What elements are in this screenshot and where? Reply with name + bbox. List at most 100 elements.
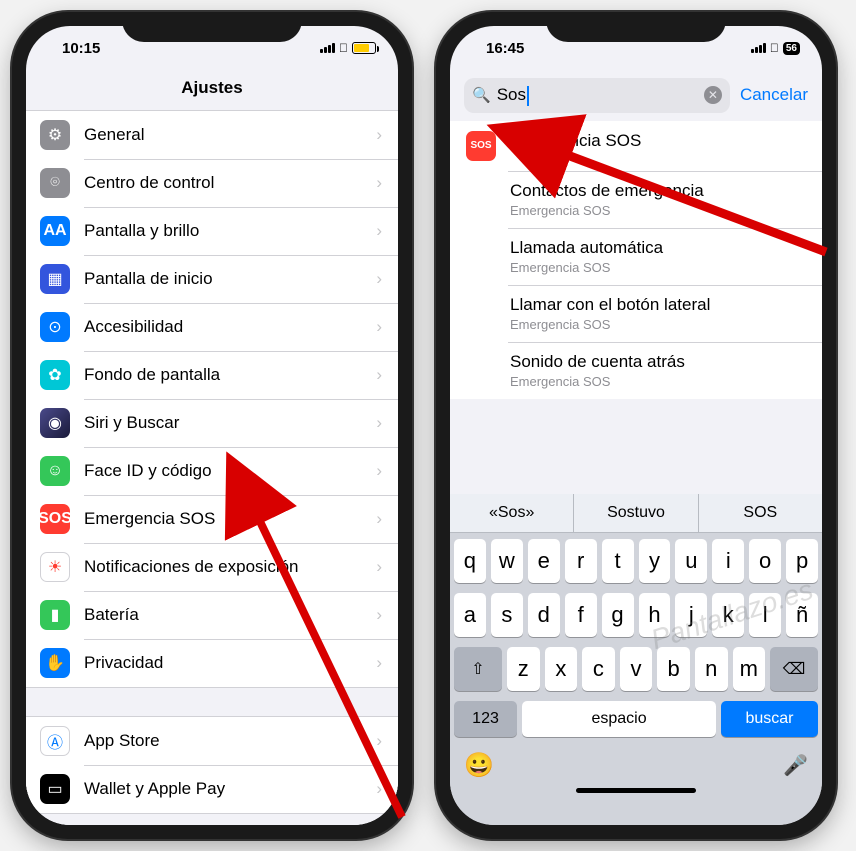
settings-list[interactable]: ⚙ General ›⌾ Centro de control ›AA Panta… (26, 110, 398, 825)
key-ñ[interactable]: ñ (786, 593, 818, 637)
settings-row-display[interactable]: AA Pantalla y brillo › (26, 207, 398, 255)
display-icon: AA (40, 216, 70, 246)
key-y[interactable]: y (639, 539, 671, 583)
row-label: Notificaciones de exposición (84, 557, 362, 577)
search-results: SOS Emergencia SOS Contactos de emergenc… (450, 121, 822, 399)
general-icon: ⚙ (40, 120, 70, 150)
key-n[interactable]: n (695, 647, 728, 691)
chevron-right-icon: › (376, 779, 382, 799)
result-title: Llamada automática (510, 238, 663, 258)
settings-row-exposure[interactable]: ☀ Notificaciones de exposición › (26, 543, 398, 591)
backspace-key[interactable]: ⌫ (770, 647, 818, 691)
key-k[interactable]: k (712, 593, 744, 637)
key-p[interactable]: p (786, 539, 818, 583)
chevron-right-icon: › (376, 731, 382, 751)
key-r[interactable]: r (565, 539, 597, 583)
settings-row-appstore[interactable]: Ⓐ App Store › (26, 717, 398, 765)
key-c[interactable]: c (582, 647, 615, 691)
home-screen-icon: ▦ (40, 264, 70, 294)
row-label: Pantalla de inicio (84, 269, 362, 289)
settings-row-general[interactable]: ⚙ General › (26, 111, 398, 159)
search-result[interactable]: Contactos de emergencia Emergencia SOS (450, 171, 822, 228)
key-v[interactable]: v (620, 647, 653, 691)
search-result[interactable]: SOS Emergencia SOS (450, 121, 822, 171)
status-bar: 10:15 􀙇 (26, 26, 398, 70)
key-i[interactable]: i (712, 539, 744, 583)
row-label: Centro de control (84, 173, 362, 193)
row-label: App Store (84, 731, 362, 751)
wallpaper-icon: ✿ (40, 360, 70, 390)
key-o[interactable]: o (749, 539, 781, 583)
cancel-button[interactable]: Cancelar (740, 85, 808, 105)
search-result[interactable]: Sonido de cuenta atrás Emergencia SOS (450, 342, 822, 399)
shift-key[interactable]: ⇧ (454, 647, 502, 691)
search-result[interactable]: Llamar con el botón lateral Emergencia S… (450, 285, 822, 342)
wifi-icon: 􀙇 (339, 41, 348, 55)
sos-icon: SOS (466, 131, 496, 161)
key-d[interactable]: d (528, 593, 560, 637)
key-a[interactable]: a (454, 593, 486, 637)
key-m[interactable]: m (733, 647, 766, 691)
signal-icon (751, 43, 766, 53)
keyboard-suggestion[interactable]: Sostuvo (574, 494, 698, 532)
key-z[interactable]: z (507, 647, 540, 691)
control-center-icon: ⌾ (40, 168, 70, 198)
key-t[interactable]: t (602, 539, 634, 583)
settings-row-accessibility[interactable]: ⊙ Accesibilidad › (26, 303, 398, 351)
chevron-right-icon: › (376, 173, 382, 193)
space-key[interactable]: espacio (522, 701, 716, 737)
chevron-right-icon: › (376, 317, 382, 337)
settings-row-wallpaper[interactable]: ✿ Fondo de pantalla › (26, 351, 398, 399)
home-indicator (576, 788, 696, 793)
key-q[interactable]: q (454, 539, 486, 583)
appstore-icon: Ⓐ (40, 726, 70, 756)
key-h[interactable]: h (639, 593, 671, 637)
row-label: General (84, 125, 362, 145)
emoji-key[interactable]: 😀 (464, 751, 494, 780)
status-time: 10:15 (48, 40, 108, 57)
accessibility-icon: ⊙ (40, 312, 70, 342)
row-label: Emergencia SOS (84, 509, 362, 529)
key-l[interactable]: l (749, 593, 781, 637)
search-key[interactable]: buscar (721, 701, 818, 737)
wallet-icon: ▭ (40, 774, 70, 804)
keyboard-suggestion[interactable]: «Sos» (450, 494, 574, 532)
battery-icon (352, 42, 376, 54)
dictation-key[interactable]: 🎤 (783, 753, 808, 778)
chevron-right-icon: › (376, 509, 382, 529)
key-u[interactable]: u (675, 539, 707, 583)
key-w[interactable]: w (491, 539, 523, 583)
settings-row-sos[interactable]: SOS Emergencia SOS › (26, 495, 398, 543)
search-text: Sos (497, 85, 698, 106)
search-input[interactable]: 🔍 Sos ✕ (464, 78, 730, 113)
settings-row-wallet[interactable]: ▭ Wallet y Apple Pay › (26, 765, 398, 813)
chevron-right-icon: › (376, 557, 382, 577)
settings-row-control-center[interactable]: ⌾ Centro de control › (26, 159, 398, 207)
chevron-right-icon: › (376, 461, 382, 481)
status-icons: 􀙇 (320, 41, 376, 55)
settings-row-faceid[interactable]: ☺ Face ID y código › (26, 447, 398, 495)
key-j[interactable]: j (675, 593, 707, 637)
chevron-right-icon: › (376, 269, 382, 289)
clear-icon[interactable]: ✕ (704, 86, 722, 104)
key-g[interactable]: g (602, 593, 634, 637)
settings-row-battery[interactable]: ▮ Batería › (26, 591, 398, 639)
key-x[interactable]: x (545, 647, 578, 691)
settings-row-home-screen[interactable]: ▦ Pantalla de inicio › (26, 255, 398, 303)
keyboard-suggestion[interactable]: SOS (699, 494, 822, 532)
status-icons: 􀙇 56 (751, 41, 800, 55)
search-result[interactable]: Llamada automática Emergencia SOS (450, 228, 822, 285)
numbers-key[interactable]: 123 (454, 701, 517, 737)
key-f[interactable]: f (565, 593, 597, 637)
result-sub: Emergencia SOS (510, 260, 663, 275)
key-s[interactable]: s (491, 593, 523, 637)
battery-icon: ▮ (40, 600, 70, 630)
key-b[interactable]: b (657, 647, 690, 691)
status-time: 16:45 (472, 40, 532, 57)
settings-row-privacy[interactable]: ✋ Privacidad › (26, 639, 398, 687)
search-icon: 🔍 (472, 86, 491, 104)
privacy-icon: ✋ (40, 648, 70, 678)
settings-row-siri[interactable]: ◉ Siri y Buscar › (26, 399, 398, 447)
chevron-right-icon: › (376, 221, 382, 241)
key-e[interactable]: e (528, 539, 560, 583)
